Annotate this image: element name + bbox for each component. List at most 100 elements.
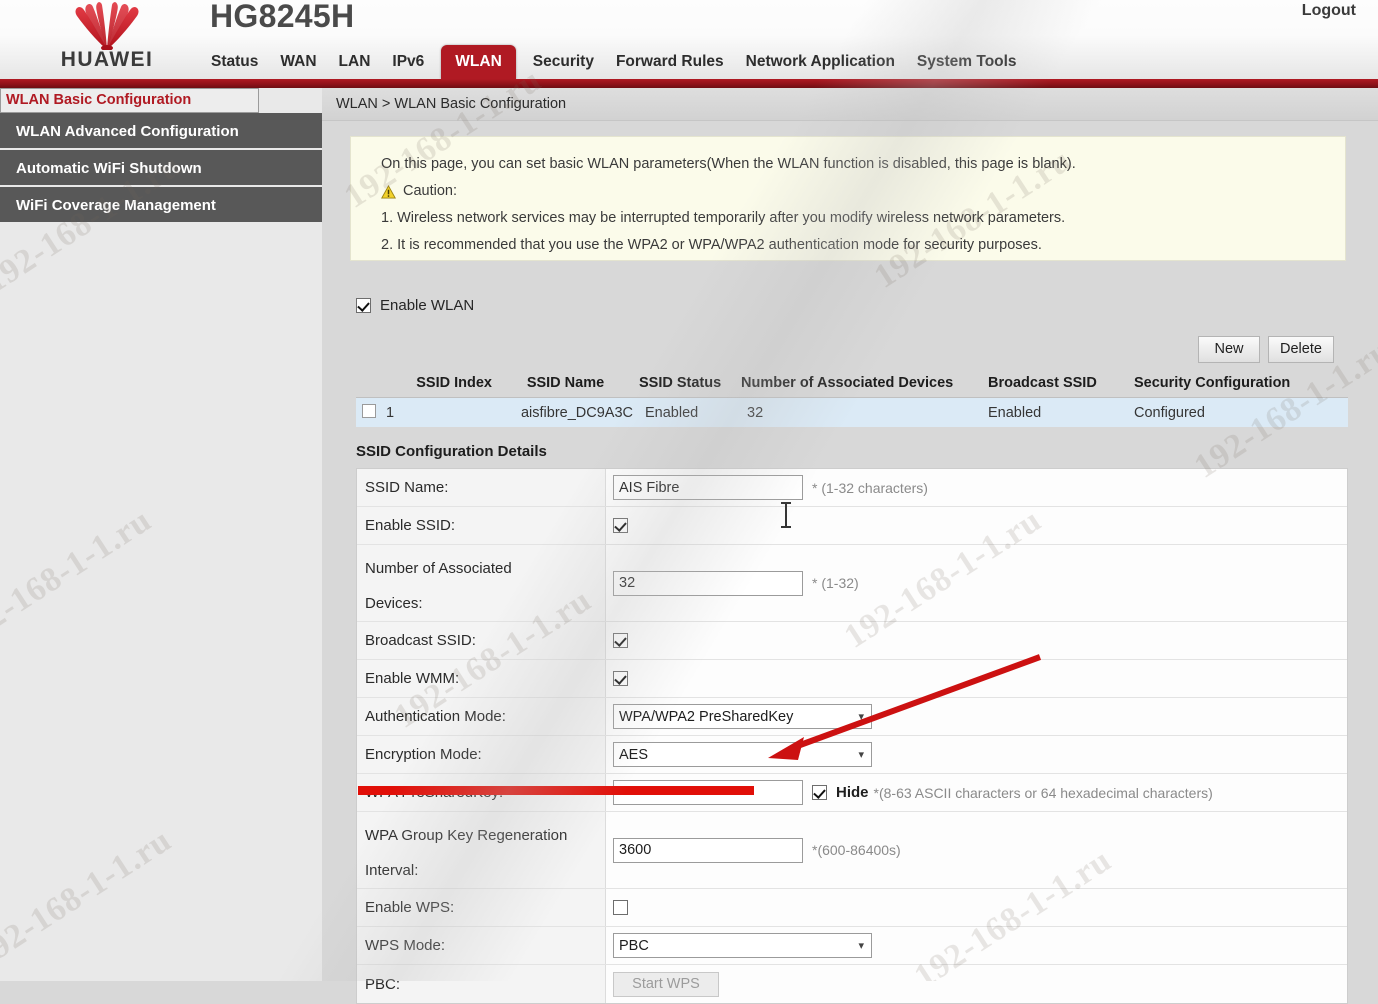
row-ssid-name: SSID Name: AIS Fibre * (1-32 characters)	[357, 469, 1347, 507]
label-ssid-name: SSID Name:	[357, 469, 606, 506]
logout-link[interactable]: Logout	[1302, 2, 1356, 20]
table-row[interactable]: 1 aisfibre_DC9A3C Enabled 32 Enabled Con…	[356, 398, 1348, 427]
row-encryption-mode: Encryption Mode: AES ▾	[357, 736, 1347, 774]
associated-devices-input[interactable]: 32	[613, 570, 803, 596]
nav-item-ipv6[interactable]: IPv6	[381, 53, 435, 80]
nav-item-status[interactable]: Status	[200, 53, 269, 80]
hide-password-label: Hide	[836, 784, 869, 801]
encryption-mode-select[interactable]: AES ▾	[613, 742, 872, 767]
sidebar: WLAN Basic Configuration WLAN Advanced C…	[0, 88, 322, 981]
broadcast-ssid-checkbox[interactable]	[613, 633, 628, 648]
details-section-title: SSID Configuration Details	[356, 443, 547, 460]
label-group-key-interval: WPA Group Key Regeneration Interval:	[357, 812, 606, 888]
huawei-logo: HUAWEI	[18, 2, 188, 84]
column-header-assoc-devices: Number of Associated Devices	[741, 374, 954, 391]
hide-password-checkbox[interactable]	[812, 785, 827, 800]
nav-item-system-tools[interactable]: System Tools	[906, 53, 1028, 80]
label-wps-mode: WPS Mode:	[357, 927, 606, 964]
new-button[interactable]: New	[1198, 336, 1260, 363]
cell-assoc-devices: 32	[747, 404, 764, 421]
row-authentication-mode: Authentication Mode: WPA/WPA2 PreSharedK…	[357, 698, 1347, 736]
wps-mode-select[interactable]: PBC ▾	[613, 933, 872, 958]
nav-item-forward-rules[interactable]: Forward Rules	[605, 53, 735, 80]
cell-security: Configured	[1134, 404, 1205, 421]
nav-item-network-application[interactable]: Network Application	[735, 53, 906, 80]
row-enable-wmm: Enable WMM:	[357, 660, 1347, 698]
cell-ssid-status: Enabled	[645, 404, 699, 421]
main-navigation: Status WAN LAN IPv6 WLAN Security Forwar…	[200, 41, 1028, 79]
enable-wlan-label: Enable WLAN	[380, 297, 475, 314]
column-header-broadcast: Broadcast SSID	[988, 374, 1097, 391]
label-associated-devices-line2: Devices:	[365, 595, 423, 612]
row-broadcast-ssid: Broadcast SSID:	[357, 622, 1347, 660]
column-header-ssid-index: SSID Index	[416, 374, 492, 391]
ssid-configuration-form: SSID Name: AIS Fibre * (1-32 characters)…	[356, 468, 1348, 1004]
cell-ssid-index: 1	[386, 404, 395, 421]
nav-item-wan[interactable]: WAN	[269, 53, 327, 80]
label-group-key-line1: WPA Group Key Regeneration	[365, 827, 568, 844]
label-encryption-mode: Encryption Mode:	[357, 736, 606, 773]
hint-presharedkey: *(8-63 ASCII characters or 64 hexadecima…	[873, 784, 1213, 801]
enable-wmm-checkbox[interactable]	[613, 671, 628, 686]
table-header-row: SSID Index SSID Name SSID Status Number …	[356, 368, 1348, 398]
label-broadcast-ssid: Broadcast SSID:	[357, 622, 606, 659]
label-associated-devices-line1: Number of Associated	[365, 560, 512, 577]
enable-wps-checkbox[interactable]	[613, 900, 628, 915]
ssid-list-table: SSID Index SSID Name SSID Status Number …	[356, 368, 1348, 427]
notice-line-1: 1. Wireless network services may be inte…	[381, 210, 1066, 226]
hint-group-key-interval: *(600-86400s)	[812, 842, 901, 858]
row-select-checkbox[interactable]	[362, 403, 376, 418]
row-pbc: PBC: Start WPS	[357, 965, 1347, 1003]
cell-broadcast: Enabled	[988, 404, 1042, 421]
label-group-key-line2: Interval:	[365, 862, 419, 879]
sidebar-item-wifi-coverage-management[interactable]: WiFi Coverage Management	[0, 187, 322, 224]
sidebar-item-wlan-advanced-configuration[interactable]: WLAN Advanced Configuration	[0, 113, 322, 150]
warning-icon	[381, 184, 396, 199]
enable-wlan-checkbox[interactable]	[356, 298, 371, 313]
label-enable-wps: Enable WPS:	[357, 889, 606, 926]
sidebar-item-wlan-basic-configuration[interactable]: WLAN Basic Configuration	[0, 88, 259, 113]
nav-item-lan[interactable]: LAN	[328, 53, 382, 80]
start-wps-button[interactable]: Start WPS	[613, 971, 719, 997]
ssid-name-input[interactable]: AIS Fibre	[613, 475, 803, 500]
column-header-security: Security Configuration	[1134, 374, 1291, 391]
cell-ssid-name: aisfibre_DC9A3C	[520, 404, 633, 421]
label-pbc: PBC:	[357, 965, 606, 1003]
enable-ssid-checkbox[interactable]	[613, 518, 628, 533]
breadcrumb: WLAN > WLAN Basic Configuration	[322, 88, 1378, 121]
brand-text: HUAWEI	[60, 48, 154, 71]
group-key-interval-input[interactable]: 3600	[613, 837, 803, 863]
notice-panel: On this page, you can set basic WLAN par…	[350, 136, 1346, 261]
hint-ssid-name: * (1-32 characters)	[812, 479, 928, 496]
row-wps-mode: WPS Mode: PBC ▾	[357, 927, 1347, 965]
encryption-mode-value: AES	[619, 746, 649, 763]
chevron-down-icon: ▾	[858, 940, 864, 952]
row-enable-wps: Enable WPS:	[357, 889, 1347, 927]
chevron-down-icon: ▾	[858, 711, 864, 723]
authentication-mode-value: WPA/WPA2 PreSharedKey	[619, 708, 794, 725]
caution-row: Caution:	[381, 178, 1327, 205]
annotation-underline	[358, 786, 754, 795]
column-header-ssid-status: SSID Status	[639, 374, 722, 391]
device-model-title: HG8245H	[210, 0, 355, 34]
notice-intro: On this page, you can set basic WLAN par…	[381, 156, 1076, 172]
row-enable-ssid: Enable SSID:	[357, 507, 1347, 545]
huawei-logo-icon	[75, 2, 139, 50]
label-enable-wmm: Enable WMM:	[357, 660, 606, 697]
nav-item-wlan[interactable]: WLAN	[441, 44, 516, 79]
notice-line-2: 2. It is recommended that you use the WP…	[381, 237, 1042, 253]
nav-item-security[interactable]: Security	[522, 53, 605, 80]
row-associated-devices: Number of Associated Devices: 32 * (1-32…	[357, 545, 1347, 622]
label-associated-devices: Number of Associated Devices:	[357, 545, 606, 621]
authentication-mode-select[interactable]: WPA/WPA2 PreSharedKey ▾	[613, 704, 872, 729]
wps-mode-value: PBC	[619, 937, 649, 954]
label-enable-ssid: Enable SSID:	[357, 507, 606, 544]
hint-associated-devices: * (1-32)	[812, 575, 859, 591]
sidebar-item-automatic-wifi-shutdown[interactable]: Automatic WiFi Shutdown	[0, 150, 322, 187]
delete-button[interactable]: Delete	[1268, 336, 1334, 363]
caution-label: Caution:	[403, 183, 458, 199]
column-header-ssid-name: SSID Name	[526, 374, 605, 391]
label-authentication-mode: Authentication Mode:	[357, 698, 606, 735]
row-group-key-interval: WPA Group Key Regeneration Interval: 360…	[357, 812, 1347, 889]
enable-wlan-row: Enable WLAN	[356, 297, 474, 314]
